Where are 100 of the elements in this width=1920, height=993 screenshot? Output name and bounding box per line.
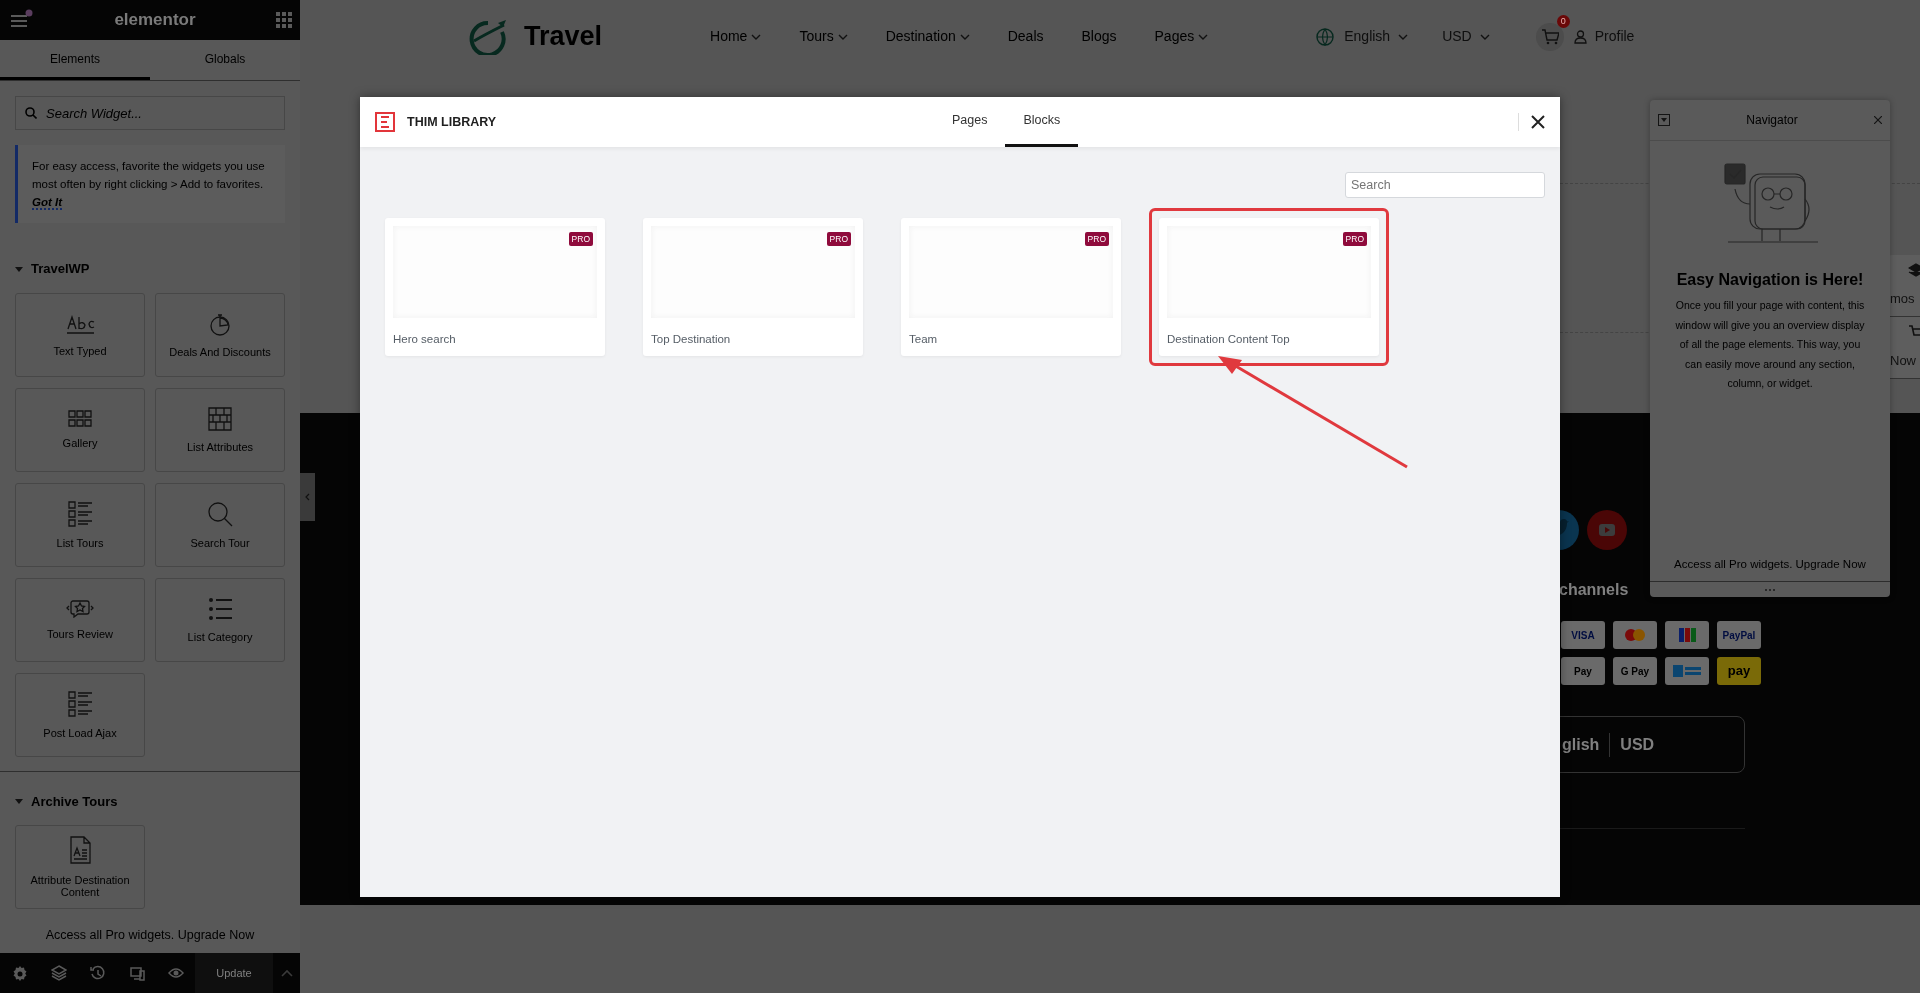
- widget-card[interactable]: Tours Review: [15, 577, 145, 662]
- block-card[interactable]: PRO Destination Content Top: [1159, 218, 1379, 356]
- modal-title: THIM LIBRARY: [407, 113, 497, 131]
- navigator-text: Once you fill your page with content, this window will give you an overview display of all the page elements. This way, you can easily move around any section, column, or widget.: [1674, 298, 1866, 391]
- list-icon: [67, 500, 93, 527]
- two-circles-icon: [1613, 621, 1657, 649]
- search-field[interactable]: Search Widget...: [15, 96, 285, 130]
- document-icon: [68, 836, 92, 864]
- apps-grid-icon[interactable]: [276, 12, 292, 28]
- caret-icon[interactable]: [15, 797, 23, 806]
- list-icon: [67, 690, 93, 717]
- grid-icon: [208, 406, 232, 431]
- chevron-down-icon: [837, 33, 848, 40]
- globe-plane-icon: [468, 18, 508, 55]
- edge-label: mos: [1890, 290, 1915, 308]
- pro-badge: PRO: [1084, 232, 1109, 246]
- library-tab[interactable]: Pages: [934, 97, 1006, 147]
- close-icon[interactable]: [1531, 115, 1545, 129]
- widget-card[interactable]: List Tours: [15, 482, 145, 567]
- globe-icon: [1316, 27, 1335, 46]
- navigator-heading: Easy Navigation is Here!: [1675, 270, 1865, 290]
- gallery-icon: [68, 410, 92, 427]
- upgrade-link[interactable]: Upgrade Now: [177, 928, 255, 943]
- panel-tab[interactable]: Globals: [150, 40, 300, 80]
- chevron-down-icon: [959, 33, 970, 40]
- got-it-link[interactable]: Got It: [32, 196, 63, 210]
- widget-card[interactable]: List Category: [155, 577, 285, 662]
- payment-logo-icon: [1665, 657, 1709, 685]
- search-icon: [207, 500, 233, 527]
- block-card[interactable]: PRO Hero search: [385, 218, 605, 356]
- upgrade-link[interactable]: Upgrade Now: [1795, 557, 1866, 570]
- block-title: Destination Content Top: [1167, 332, 1291, 347]
- currency-selector[interactable]: USD: [1442, 26, 1490, 47]
- settings-icon[interactable]: [11, 964, 28, 982]
- block-title: Top Destination: [651, 332, 732, 347]
- stripes-icon: [1665, 621, 1709, 649]
- user-icon: [1573, 29, 1587, 44]
- menu-item[interactable]: Pages: [1154, 26, 1209, 47]
- payment-badge: PayPal: [1717, 621, 1761, 649]
- payment-badge: pay: [1717, 657, 1761, 685]
- promo-text: Access all Pro widgets. Upgrade Now: [44, 927, 256, 945]
- block-card[interactable]: PRO Top Destination: [643, 218, 863, 356]
- widget-card[interactable]: Search Tour: [155, 482, 285, 567]
- menu-item[interactable]: Tours: [799, 26, 848, 47]
- chevron-down-icon: [751, 33, 762, 40]
- widget-card[interactable]: Attribute Destination Content: [15, 825, 145, 909]
- widget-card[interactable]: Post Load Ajax: [15, 672, 145, 757]
- pro-badge: PRO: [826, 232, 851, 246]
- menu-item[interactable]: Deals: [1007, 26, 1044, 47]
- logo[interactable]: Travel: [524, 16, 603, 57]
- category-title[interactable]: Archive Tours: [31, 791, 118, 811]
- pro-badge: PRO: [1342, 232, 1367, 246]
- history-icon[interactable]: [89, 964, 106, 982]
- library-logo-icon: [375, 112, 395, 132]
- category-title[interactable]: TravelWP: [31, 259, 90, 279]
- cart-count-badge: 0: [1556, 14, 1570, 28]
- pro-badge: PRO: [568, 232, 593, 246]
- menu-item[interactable]: Blogs: [1081, 26, 1117, 47]
- menu-item[interactable]: Destination: [885, 26, 970, 47]
- payment-badge: VISA: [1561, 621, 1605, 649]
- widget-card[interactable]: Text Typed: [15, 292, 145, 377]
- logo: elementor: [114, 9, 196, 32]
- footer-currency[interactable]: USD: [1610, 732, 1655, 757]
- block-card[interactable]: PRO Team: [901, 218, 1121, 356]
- payment-badge: G Pay: [1613, 657, 1657, 685]
- promo-text: Access all Pro widgets. Upgrade Now: [1673, 556, 1867, 572]
- widget-card[interactable]: Gallery: [15, 387, 145, 472]
- block-title: Team: [909, 332, 939, 347]
- collapse-icon[interactable]: [1658, 114, 1670, 126]
- chevron-down-icon: [1398, 33, 1409, 40]
- library-tab[interactable]: Blocks: [1005, 97, 1079, 147]
- stopwatch-icon: [208, 311, 232, 336]
- responsive-icon[interactable]: [128, 964, 145, 982]
- cart-icon[interactable]: [1540, 28, 1559, 45]
- widget-card[interactable]: List Attributes: [155, 387, 285, 472]
- list-icon: [207, 596, 233, 621]
- footer-language[interactable]: glish: [1562, 732, 1611, 757]
- footer-heading: channels: [1559, 580, 1630, 600]
- panel-tab[interactable]: Elements: [0, 40, 150, 80]
- layers-icon[interactable]: [50, 964, 67, 982]
- search-icon: [25, 107, 37, 119]
- menu-item[interactable]: Home: [710, 26, 762, 47]
- block-title: Hero search: [393, 332, 457, 347]
- caret-icon[interactable]: [15, 264, 23, 273]
- profile-link[interactable]: Profile: [1573, 26, 1635, 47]
- chevron-left-icon[interactable]: [305, 493, 310, 501]
- language-selector[interactable]: English: [1344, 26, 1409, 47]
- chevron-down-icon: [1479, 33, 1490, 40]
- payment-badge: Pay: [1561, 657, 1605, 685]
- widget-card[interactable]: Deals And Discounts: [155, 292, 285, 377]
- review-icon: [66, 599, 94, 618]
- chevron-up-icon[interactable]: [280, 969, 293, 977]
- update-button[interactable]: Update: [195, 953, 273, 993]
- video-play-icon: [1587, 510, 1627, 550]
- edge-label: Now: [1890, 352, 1916, 370]
- panel-title: Navigator: [1746, 112, 1798, 129]
- chevron-down-icon: [1198, 33, 1209, 40]
- stack-icon: [1908, 263, 1920, 279]
- tip-text: For easy access, favorite the widgets you use most often by right clicking > Add to favorites. Got It: [15, 145, 285, 223]
- resize-handle-icon[interactable]: [1765, 588, 1775, 591]
